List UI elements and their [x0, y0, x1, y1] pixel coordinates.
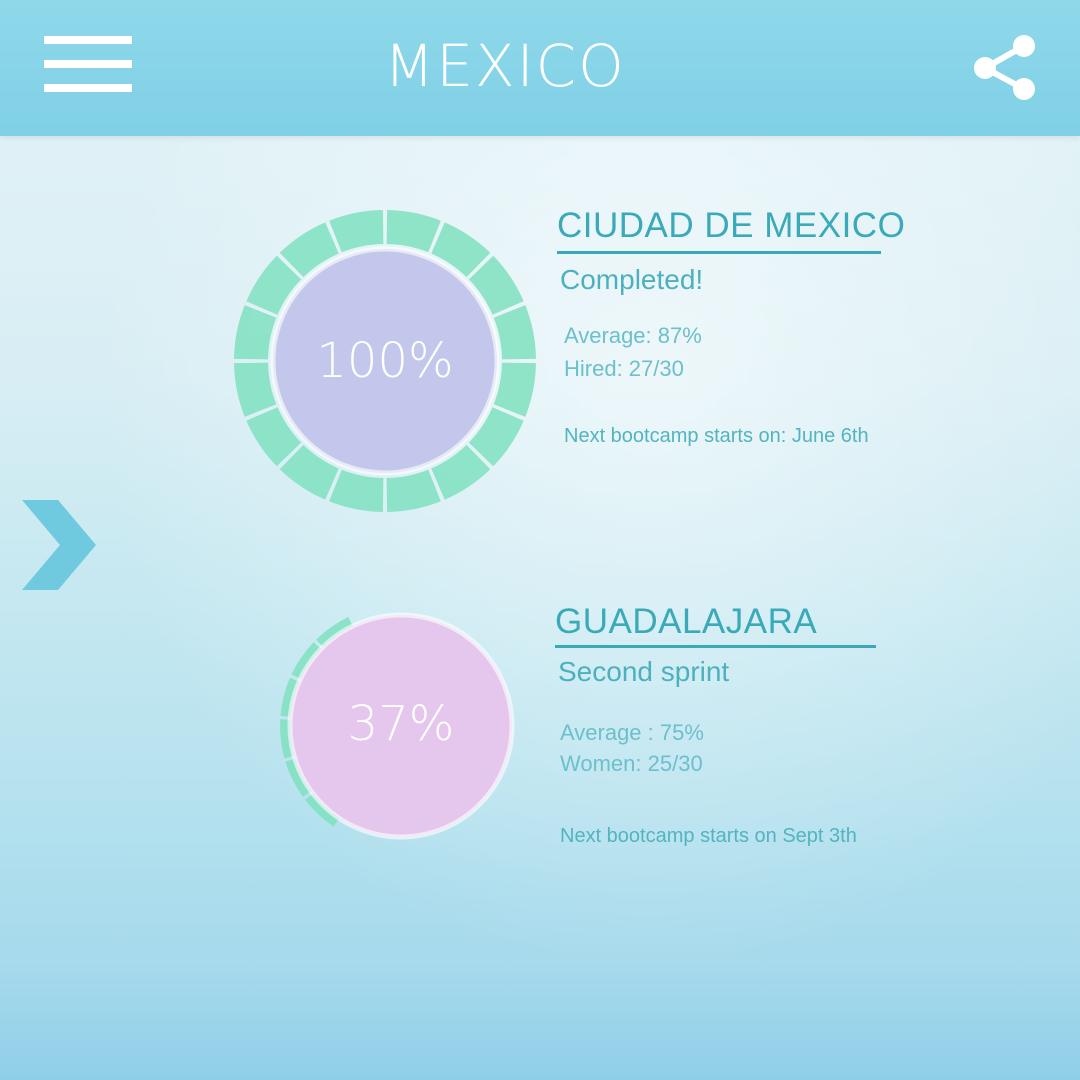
next-bootcamp-text: Next bootcamp starts on Sept 3th — [560, 825, 857, 847]
stat-average: Average : 75% — [560, 720, 704, 745]
next-city-button[interactable] — [20, 498, 100, 592]
progress-segment — [329, 210, 384, 253]
city-name-underline — [555, 645, 876, 648]
progress-ring-cdmx: 100% — [233, 209, 537, 513]
progress-percent-text: 37% — [348, 696, 455, 752]
progress-segment — [493, 305, 536, 360]
app-header: MEXICO — [0, 0, 1080, 136]
next-bootcamp-text: Next bootcamp starts on: June 6th — [564, 425, 869, 447]
stat-average: Average: 87% — [564, 323, 702, 348]
progress-segment — [234, 362, 277, 417]
progress-percent-text: 100% — [316, 333, 453, 389]
page-title: MEXICO — [384, 32, 626, 100]
city-name-underline — [557, 251, 881, 254]
progress-ring-guadalajara: 37% — [249, 606, 553, 910]
progress-segment — [329, 469, 384, 512]
city-status: Completed! — [560, 264, 704, 295]
share-icon — [974, 35, 1035, 100]
chevron-right-icon — [22, 500, 96, 590]
progress-segment — [386, 469, 441, 512]
share-button[interactable] — [966, 34, 1042, 104]
progress-segment — [234, 305, 277, 360]
menu-button[interactable] — [44, 36, 132, 92]
city-name: CIUDAD DE MEXICO — [557, 206, 906, 245]
background-glow — [0, 0, 1080, 1080]
stat-hired: Hired: 27/30 — [564, 356, 684, 381]
progress-segment — [386, 210, 441, 253]
city-name: GUADALAJARA — [555, 602, 818, 641]
city-status: Second sprint — [558, 656, 730, 687]
stat-women: Women: 25/30 — [560, 751, 703, 776]
progress-segment — [493, 362, 536, 417]
